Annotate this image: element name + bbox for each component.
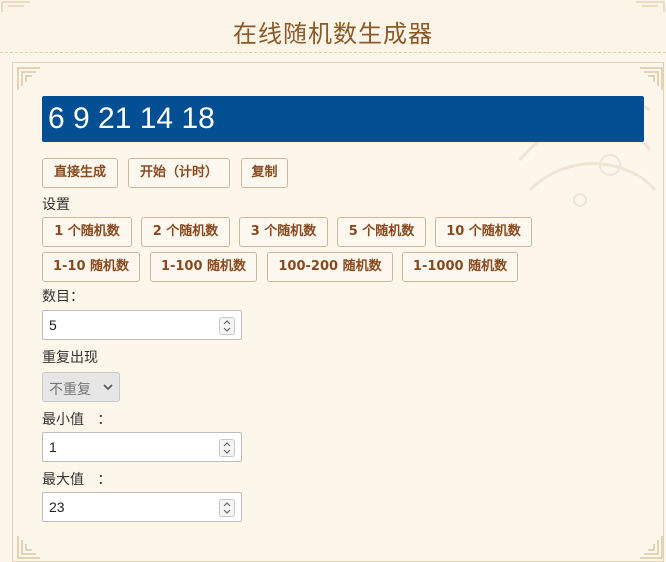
corner-ornament-icon [640,536,663,559]
swirl-decoration-icon [518,98,657,207]
preset-10-button[interactable]: 10 个随机数 [435,217,532,247]
max-value: 23 [49,499,65,515]
result-display: 6 9 21 14 18 [42,96,644,142]
preset-3-button[interactable]: 3 个随机数 [239,217,328,247]
min-label: 最小值 ： [42,412,112,428]
corner-ornament-icon [17,67,40,90]
range-1-1000-button[interactable]: 1-1000 随机数 [402,252,518,282]
chevron-down-icon [103,384,113,391]
min-value: 1 [49,439,57,455]
preset-1-button[interactable]: 1 个随机数 [42,217,132,247]
count-label: 数目： [42,289,84,305]
corner-ornament-icon [636,1,665,12]
spinner-icon[interactable] [219,439,235,457]
start-timed-button[interactable]: 开始（计时） [128,158,230,188]
spinner-icon[interactable] [219,499,235,517]
max-label: 最大值 ： [42,472,112,488]
settings-label: 设置 [42,197,70,213]
corner-ornament-icon [1,1,30,12]
repeat-label: 重复出现 [42,350,98,366]
count-value: 5 [49,317,57,333]
preset-2-button[interactable]: 2 个随机数 [141,217,230,247]
copy-button[interactable]: 复制 [241,158,288,188]
range-100-200-button[interactable]: 100-200 随机数 [267,252,393,282]
min-input[interactable]: 1 [42,432,242,462]
max-input[interactable]: 23 [42,492,242,522]
page-title: 在线随机数生成器 [233,20,433,48]
count-input[interactable]: 5 [42,310,242,340]
range-1-100-button[interactable]: 1-100 随机数 [150,252,257,282]
corner-ornament-icon [17,536,40,559]
direct-generate-button[interactable]: 直接生成 [42,158,118,188]
spinner-icon[interactable] [219,317,235,335]
repeat-select[interactable]: 不重复 [42,372,120,402]
range-1-10-button[interactable]: 1-10 随机数 [42,252,140,282]
preset-5-button[interactable]: 5 个随机数 [337,217,426,247]
repeat-value: 不重复 [49,382,91,398]
page-header: 在线随机数生成器 [0,0,666,53]
result-text: 6 9 21 14 18 [48,102,215,135]
